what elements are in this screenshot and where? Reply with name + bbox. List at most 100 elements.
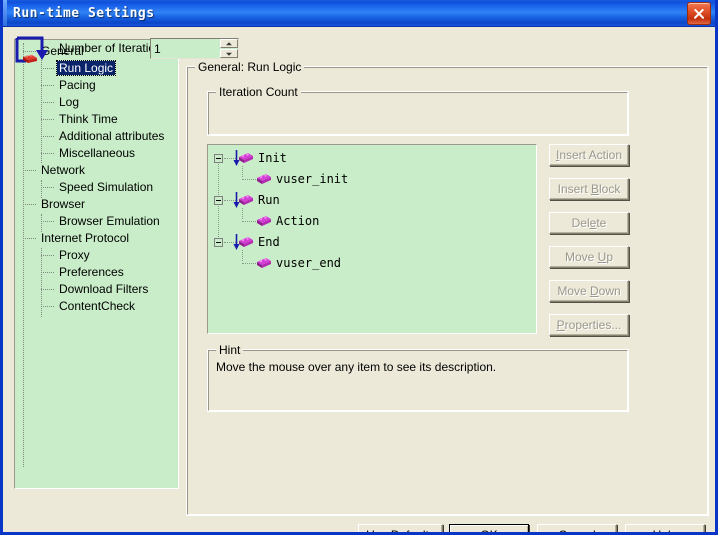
close-icon[interactable] — [687, 2, 711, 25]
cancel-button[interactable]: Cancel — [537, 524, 617, 535]
accelerator: p — [670, 528, 678, 535]
sidebar-item-additional-attributes[interactable]: Additional attributes — [15, 128, 178, 145]
number-of-iterations-input[interactable] — [151, 39, 220, 58]
logic-node-label: End — [258, 235, 280, 249]
block-brick-icon — [257, 216, 271, 226]
dialog-client-area: General Run Logic Pacing Log Think Time … — [3, 27, 715, 535]
tree-connector — [23, 204, 36, 206]
move-down-button[interactable]: Move Down — [549, 280, 629, 302]
accelerator: D — [590, 284, 599, 298]
button-label: Cancel — [558, 528, 596, 535]
logic-node-vuser-end[interactable]: vuser_end — [208, 253, 536, 274]
help-button[interactable]: Help — [625, 524, 705, 535]
tree-connector — [41, 102, 54, 104]
sidebar-item-proxy[interactable]: Proxy — [15, 247, 178, 264]
sidebar-item-network[interactable]: Network — [15, 162, 178, 179]
block-brick-icon — [239, 195, 253, 205]
number-of-iterations-stepper[interactable] — [150, 38, 239, 59]
insert-action-button[interactable]: Insert Action — [549, 144, 629, 166]
tree-connector — [23, 238, 36, 240]
tree-connector — [41, 136, 54, 138]
button-label-rest: roperties... — [564, 318, 622, 332]
button-label-a: Hel — [652, 528, 671, 535]
hint-group: Hint Move the mouse over any item to see… — [207, 343, 629, 412]
properties-button[interactable]: Properties... — [549, 314, 629, 336]
logic-node-label: vuser_init — [276, 172, 349, 186]
logic-node-run[interactable]: Run — [208, 190, 536, 211]
button-label-a: Move — [564, 250, 598, 264]
group-title: Hint — [216, 343, 244, 357]
block-brick-icon — [257, 174, 271, 184]
tree-connector — [41, 153, 54, 155]
titlebar-glow — [3, 0, 7, 26]
use-defaults-button[interactable]: Use Defaults — [358, 524, 443, 535]
sidebar-item-label: Miscellaneous — [59, 146, 136, 160]
sidebar-item-label: Think Time — [59, 112, 118, 126]
button-label-b: te — [596, 216, 607, 230]
logic-node-label: Run — [258, 193, 280, 207]
insert-block-button[interactable]: Insert Block — [549, 178, 629, 200]
logic-node-init[interactable]: Init — [208, 148, 536, 169]
sidebar-item-label: Pacing — [59, 78, 96, 92]
sidebar-item-speed-simulation[interactable]: Speed Simulation — [15, 179, 178, 196]
sidebar-item-contentcheck[interactable]: ContentCheck — [15, 298, 178, 315]
sidebar-item-label: Download Filters — [59, 282, 149, 296]
accelerator: B — [591, 182, 600, 196]
sidebar-item-label: Network — [41, 163, 86, 177]
iteration-count-group: Iteration Count — [207, 85, 629, 136]
window-title: Run-time Settings — [13, 5, 155, 21]
sidebar-item-download-filters[interactable]: Download Filters — [15, 281, 178, 298]
accelerator: U — [366, 528, 375, 535]
tree-connector — [41, 187, 54, 189]
sidebar-item-browser-emulation[interactable]: Browser Emulation — [15, 213, 178, 230]
move-up-button[interactable]: Move Up — [549, 246, 629, 268]
tree-connector — [41, 221, 54, 223]
runtime-settings-dialog: Run-time Settings General Run Logic Paci… — [0, 0, 718, 535]
group-title: Iteration Count — [216, 85, 301, 99]
settings-tree[interactable]: General Run Logic Pacing Log Think Time … — [14, 39, 179, 489]
tree-connector — [41, 306, 54, 308]
sidebar-item-label: Run Logic — [55, 60, 117, 76]
title-bar: Run-time Settings — [3, 0, 715, 27]
sidebar-item-label: Proxy — [59, 248, 90, 262]
button-label-b: own — [598, 284, 621, 298]
tree-connector — [23, 170, 36, 172]
accelerator: P — [556, 318, 565, 332]
sidebar-item-internet-protocol[interactable]: Internet Protocol — [15, 230, 178, 247]
sidebar-item-label: Log — [59, 95, 80, 109]
sidebar-item-label: Additional attributes — [59, 129, 165, 143]
button-label-a: Move — [557, 284, 590, 298]
logic-node-end[interactable]: End — [208, 232, 536, 253]
logic-node-label: vuser_end — [276, 256, 342, 270]
logic-node-action[interactable]: Action — [208, 211, 536, 232]
collapse-icon[interactable] — [214, 238, 223, 247]
sidebar-item-label: Internet Protocol — [41, 231, 130, 245]
button-label-rest: se Defaults — [374, 528, 435, 535]
spin-down-icon[interactable] — [220, 49, 238, 58]
tree-connector — [41, 289, 54, 291]
spin-up-icon[interactable] — [220, 39, 238, 48]
sidebar-item-log[interactable]: Log — [15, 94, 178, 111]
sidebar-item-label: Browser — [41, 197, 86, 211]
sidebar-item-think-time[interactable]: Think Time — [15, 111, 178, 128]
collapse-icon[interactable] — [214, 154, 223, 163]
button-label: OK — [480, 528, 498, 535]
run-logic-tree[interactable]: Init vuser_init Run Action End vuser_end — [207, 144, 537, 334]
button-label-b: p — [606, 250, 614, 264]
tree-connector — [41, 272, 54, 274]
stepper-buttons[interactable] — [220, 39, 238, 58]
loop-brick-icon — [15, 36, 48, 63]
logic-node-vuser-init[interactable]: vuser_init — [208, 169, 536, 190]
tree-connector — [41, 68, 54, 70]
sidebar-item-pacing[interactable]: Pacing — [15, 77, 178, 94]
block-brick-icon — [239, 153, 253, 163]
sidebar-item-browser[interactable]: Browser — [15, 196, 178, 213]
collapse-icon[interactable] — [214, 196, 223, 205]
button-label-a: Del — [571, 216, 590, 230]
block-brick-icon — [239, 237, 253, 247]
delete-button[interactable]: Delete — [549, 212, 629, 234]
sidebar-item-miscellaneous[interactable]: Miscellaneous — [15, 145, 178, 162]
ok-button[interactable]: OK — [449, 524, 529, 535]
sidebar-item-preferences[interactable]: Preferences — [15, 264, 178, 281]
spin-down-arrow-glyph — [226, 52, 232, 56]
